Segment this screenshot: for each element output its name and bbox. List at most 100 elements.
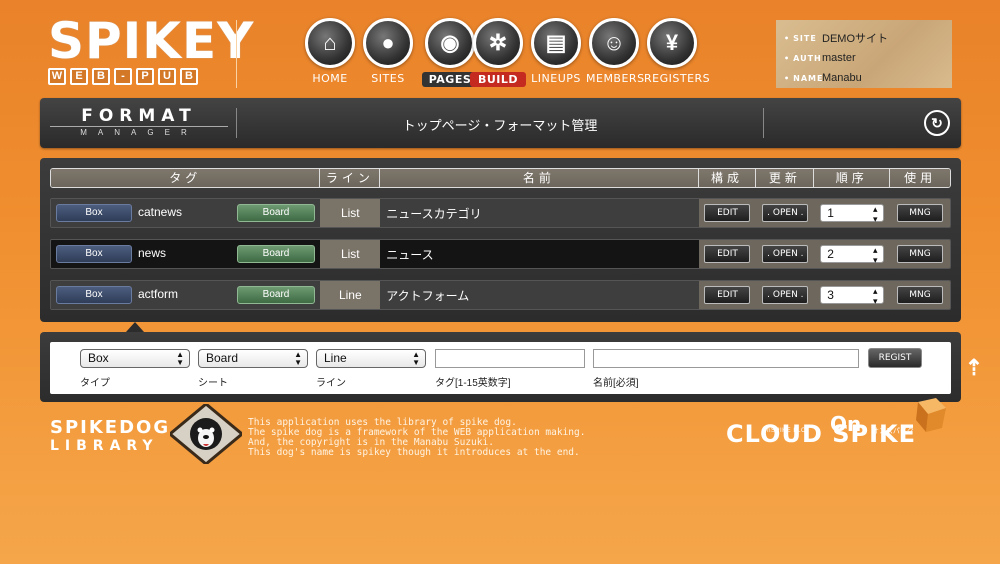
- table-row: Box news Board List ニュース EDIT . OPEN . 2…: [50, 239, 951, 269]
- sheet-board-button[interactable]: Board: [237, 204, 315, 222]
- mng-button[interactable]: MNG: [897, 204, 944, 222]
- info-name: NAME Manabu: [784, 68, 944, 88]
- order-select[interactable]: 3: [820, 286, 885, 307]
- table-row: Box catnews Board List ニュースカテゴリ EDIT . O…: [50, 198, 951, 228]
- type-select-value: Box: [88, 351, 109, 365]
- pages-icon: ◉: [425, 18, 475, 68]
- tag-name: news: [138, 246, 167, 260]
- open-cell: . OPEN .: [756, 240, 815, 268]
- order-select[interactable]: 1: [820, 204, 885, 225]
- logo-letter: B: [180, 68, 198, 85]
- logo-letter: E: [70, 68, 88, 85]
- regist-button[interactable]: REGIST: [868, 348, 922, 368]
- format-logo-title: FORMAT: [50, 106, 228, 127]
- app-logo[interactable]: SPIKEY W E B - P U B: [48, 12, 255, 90]
- nav-members[interactable]: ☺ MEMBERS: [586, 18, 644, 85]
- tag-input-label: タグ[1-15英数字]: [435, 378, 511, 389]
- nav-sites[interactable]: ● SITES: [360, 18, 416, 85]
- tag-input[interactable]: [435, 349, 585, 368]
- type-box-button[interactable]: Box: [56, 204, 132, 222]
- title-bar: FORMAT MANAGER トップページ・フォーマット管理 ↻: [40, 98, 961, 148]
- order-cell: 2: [814, 240, 891, 268]
- info-key: NAME: [784, 74, 822, 83]
- open-cell: . OPEN .: [756, 281, 815, 309]
- scroll-top-button[interactable]: ⇡: [963, 356, 985, 380]
- open-button[interactable]: . OPEN .: [762, 286, 809, 304]
- form-body: Box ▲ ▼ タイプ Board ▲ ▼ シート Line ▲ ▼ ライン タグ[1…: [50, 342, 951, 394]
- line-select-value: Line: [324, 351, 347, 365]
- select-arrows-icon: ▲ ▼: [176, 350, 184, 367]
- name-cell: ニュースカテゴリ: [380, 199, 699, 227]
- nav-label: REGISTERS: [644, 72, 711, 85]
- col-header-order: 順序: [814, 169, 891, 187]
- cloud-main-text: CLOUD SPIKE: [726, 420, 917, 448]
- type-box-button[interactable]: Box: [56, 245, 132, 263]
- info-value: DEMOサイト: [822, 33, 888, 45]
- line-select[interactable]: Line ▲ ▼: [316, 349, 426, 368]
- info-site: SITE DEMOサイト: [784, 28, 944, 48]
- use-cell: MNG: [890, 240, 950, 268]
- open-button[interactable]: . OPEN .: [762, 204, 809, 222]
- nav-label: SITES: [371, 72, 405, 85]
- type-label: タイプ: [80, 378, 110, 389]
- info-value: Manabu: [822, 72, 862, 84]
- order-cell: 1: [814, 199, 891, 227]
- logo-subtitle: W E B - P U B: [48, 68, 230, 85]
- select-arrows-icon: ▲ ▼: [294, 350, 302, 367]
- home-icon: ⌂: [305, 18, 355, 68]
- edit-button[interactable]: EDIT: [704, 245, 751, 263]
- sheet-board-button[interactable]: Board: [237, 245, 315, 263]
- sheet-board-button[interactable]: Board: [237, 286, 315, 304]
- edit-cell: EDIT: [698, 240, 757, 268]
- col-header-name: 名前: [380, 169, 699, 187]
- spikedog-library-logo: SPIKEDOG LIBRARY: [50, 418, 170, 455]
- nav-build[interactable]: ✲ BUILD: [470, 18, 526, 87]
- info-key: AUTH: [784, 54, 822, 63]
- line-cell: Line: [320, 281, 381, 309]
- edit-cell: EDIT: [698, 199, 757, 227]
- line-label: ライン: [316, 378, 346, 389]
- title-divider: [236, 108, 237, 138]
- col-header-edit: 構成: [698, 169, 757, 187]
- nav-home[interactable]: ⌂ HOME: [302, 18, 358, 85]
- box-icon: [916, 398, 946, 432]
- type-box-button[interactable]: Box: [56, 286, 132, 304]
- tag-cell: Box catnews Board: [51, 199, 321, 227]
- cloud-llc-text: OnSPIKE LLC: [762, 428, 806, 434]
- use-cell: MNG: [890, 199, 950, 227]
- order-select[interactable]: 2: [820, 245, 885, 266]
- mng-button[interactable]: MNG: [897, 286, 944, 304]
- smiley-icon: ☺: [589, 18, 639, 68]
- globe-icon: ●: [363, 18, 413, 68]
- col-header-line: ライン: [320, 169, 381, 187]
- open-cell: . OPEN .: [756, 199, 815, 227]
- title-divider: [763, 108, 764, 138]
- sheet-select-value: Board: [206, 351, 239, 365]
- edit-button[interactable]: EDIT: [704, 204, 751, 222]
- name-input-label: 名前[必須]: [593, 378, 639, 389]
- order-cell: 3: [814, 281, 891, 309]
- open-button[interactable]: . OPEN .: [762, 245, 809, 263]
- sheet-select[interactable]: Board ▲ ▼: [198, 349, 308, 368]
- col-header-open: 更新: [756, 169, 815, 187]
- edit-cell: EDIT: [698, 281, 757, 309]
- tag-cell: Box news Board: [51, 240, 321, 268]
- format-logo-sub: MANAGER: [80, 128, 198, 137]
- sheet-label: シート: [198, 378, 228, 389]
- library-subtitle: LIBRARY: [50, 438, 159, 454]
- info-auth: AUTH master: [784, 48, 944, 68]
- type-select[interactable]: Box ▲ ▼: [80, 349, 190, 368]
- tag-name: actform: [138, 287, 179, 301]
- format-table: タグ ライン 名前 構成 更新 順序 使用 Box catnews Board …: [40, 158, 961, 322]
- logo-letter: P: [136, 68, 154, 85]
- tag-cell: Box actform Board: [51, 281, 321, 309]
- name-input[interactable]: [593, 349, 859, 368]
- panel-pointer: [126, 322, 144, 332]
- refresh-button[interactable]: ↻: [924, 110, 950, 136]
- edit-button[interactable]: EDIT: [704, 286, 751, 304]
- mng-button[interactable]: MNG: [897, 245, 944, 263]
- nav-registers[interactable]: ¥ REGISTERS: [644, 18, 711, 85]
- nav-lineups[interactable]: ▤ LINEUPS: [528, 18, 584, 85]
- nav-label: LINEUPS: [531, 72, 581, 85]
- logo-title: SPIKEY: [48, 12, 255, 70]
